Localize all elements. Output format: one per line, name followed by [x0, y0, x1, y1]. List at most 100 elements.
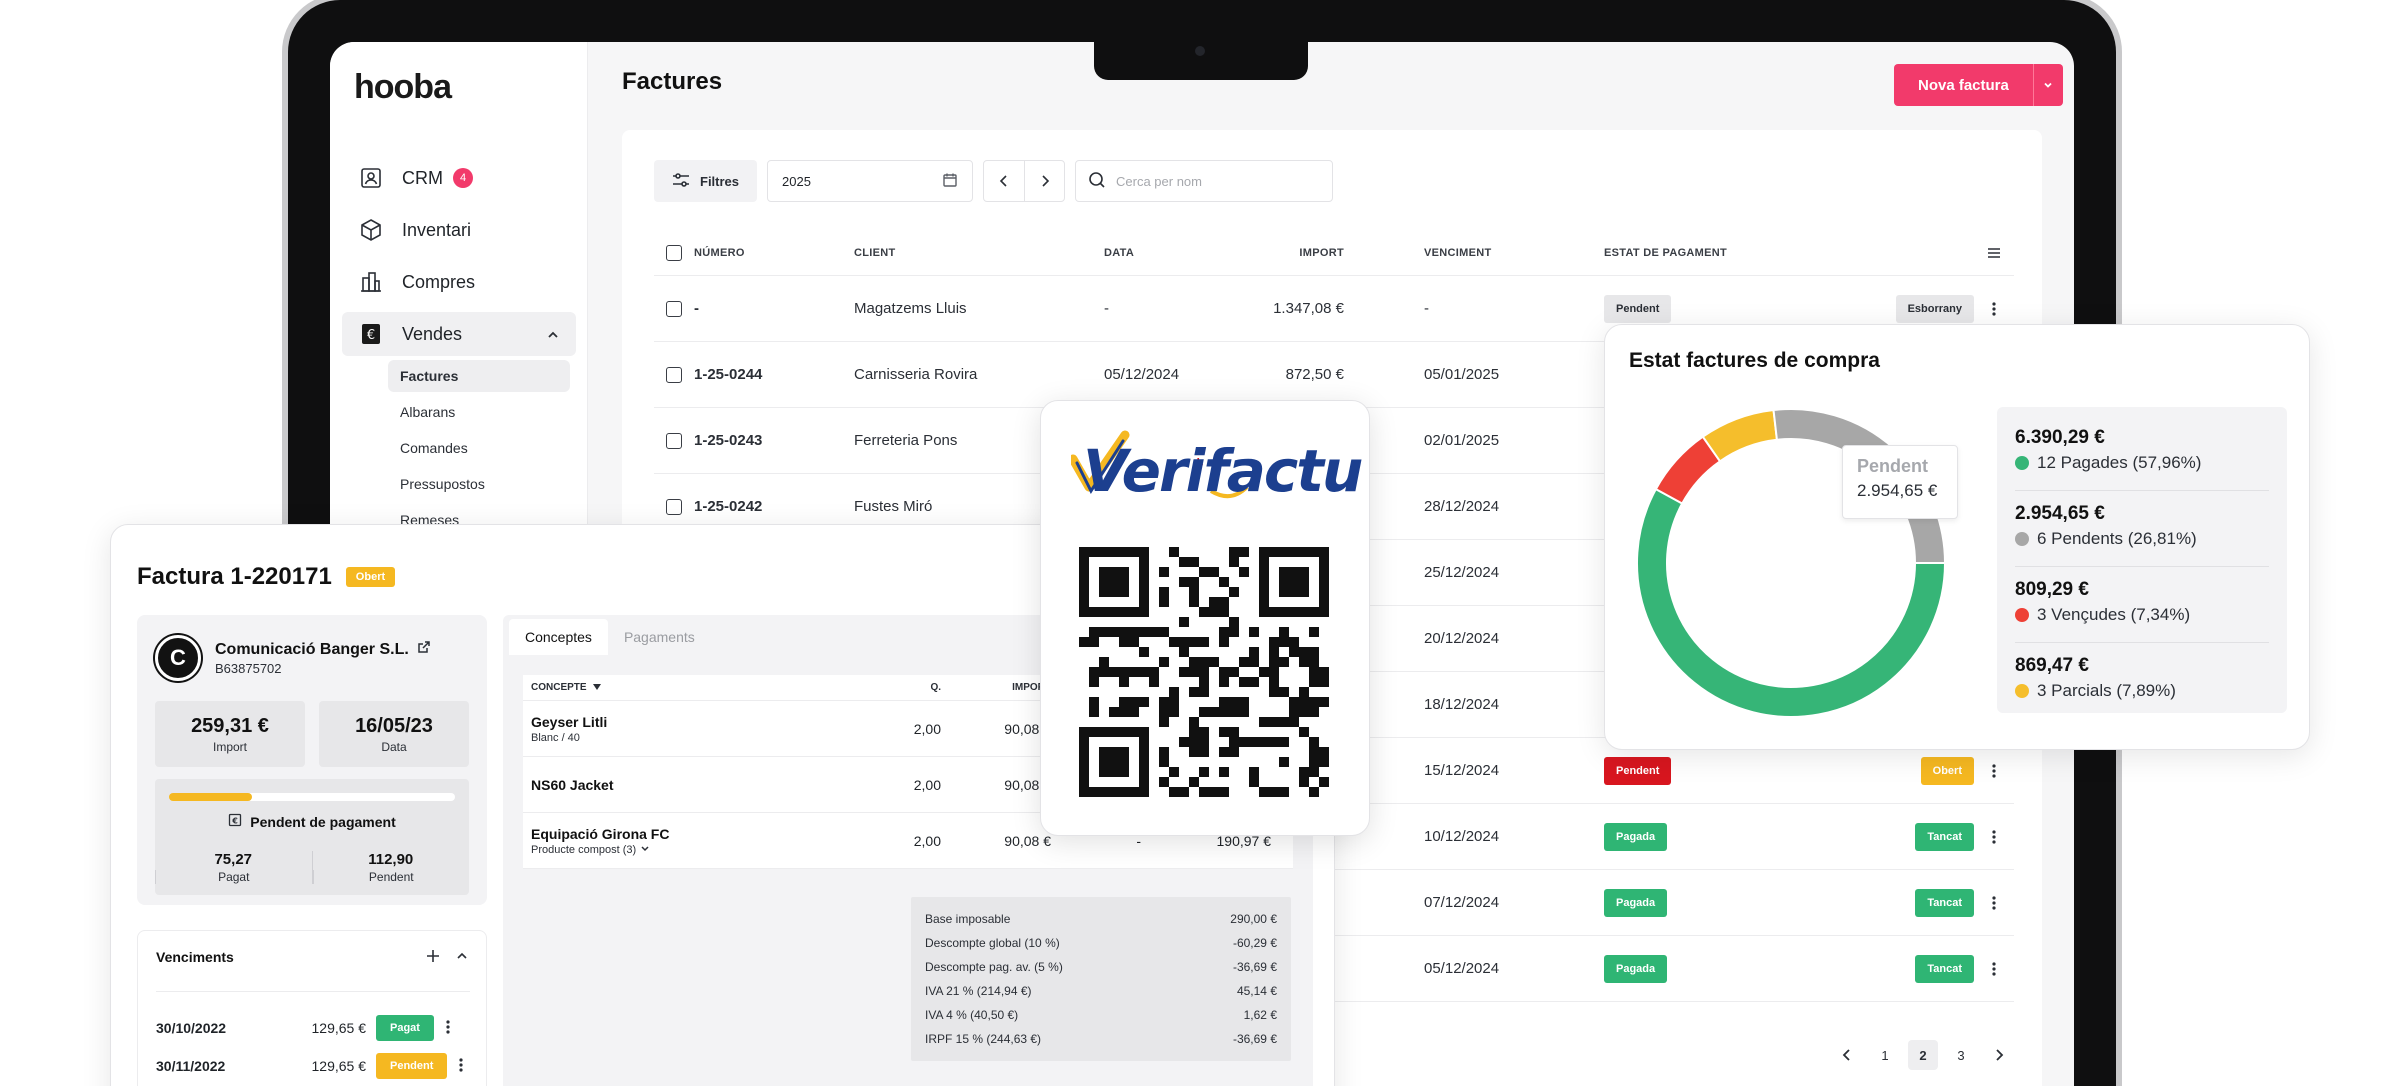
invoice-client: Carnisseria Rovira — [854, 366, 978, 383]
chevron-right-icon[interactable] — [1984, 1040, 2014, 1070]
column-header-client[interactable]: CLIENT — [854, 247, 1104, 259]
chevron-up-icon[interactable] — [456, 949, 468, 968]
page-3[interactable]: 3 — [1946, 1040, 1976, 1070]
columns-menu-icon[interactable] — [1974, 247, 2014, 259]
sidebar-subitem-albarans[interactable]: Albarans — [388, 396, 570, 428]
filters-button[interactable]: Filtres — [654, 160, 758, 202]
more-vertical-icon[interactable] — [1974, 895, 2014, 910]
sidebar-subitem-pressupostos[interactable]: Pressupostos — [388, 468, 570, 500]
year-stepper — [983, 160, 1066, 202]
qr-module — [1229, 617, 1239, 627]
legend-swatch — [2015, 608, 2029, 622]
qr-finder — [1279, 567, 1309, 597]
column-header-import[interactable]: IMPORT — [941, 682, 1051, 693]
plus-icon[interactable] — [426, 949, 440, 968]
client-name[interactable]: Comunicació Banger S.L. — [215, 640, 431, 659]
column-header-estat[interactable]: ESTAT DE PAGAMENT — [1604, 247, 1834, 259]
qr-module — [1129, 697, 1139, 707]
payment-status-badge: Pendent — [1604, 756, 1672, 785]
sidebar-item-crm[interactable]: CRM 4 — [342, 156, 576, 200]
qr-module — [1159, 657, 1169, 667]
client-nif: B63875702 — [215, 661, 282, 676]
qr-module — [1189, 737, 1199, 747]
external-link-icon[interactable] — [417, 640, 431, 659]
legend-item[interactable]: 869,47 € 3 Parcials (7,89%) — [2015, 643, 2269, 719]
chevron-down-icon[interactable] — [640, 844, 650, 856]
qr-module — [1269, 637, 1279, 647]
qr-module — [1309, 697, 1319, 707]
column-header-quantity[interactable]: Q. — [881, 682, 941, 693]
invoice-date: - — [1104, 300, 1109, 317]
total-value: -36,69 € — [1232, 960, 1277, 974]
sidebar-item-inventari[interactable]: Inventari — [342, 208, 576, 252]
qr-module — [1129, 627, 1139, 637]
sidebar-item-vendes[interactable]: € Vendes — [342, 312, 576, 356]
row-checkbox[interactable] — [666, 300, 682, 317]
more-vertical-icon[interactable] — [1974, 829, 2014, 844]
legend-item[interactable]: 809,29 € 3 Vençudes (7,34%) — [2015, 567, 2269, 643]
qr-module — [1239, 707, 1249, 717]
column-header-concepte[interactable]: CONCEPTE — [531, 682, 881, 693]
payment-status-label: Pendent de pagament — [250, 813, 396, 830]
divider — [156, 991, 470, 992]
column-header-numero[interactable]: NÚMERO — [694, 247, 854, 259]
chevron-up-icon[interactable] — [546, 326, 560, 347]
new-invoice-button[interactable]: Nova factura — [1894, 64, 2033, 106]
sidebar-subitem-factures[interactable]: Factures — [388, 360, 570, 392]
qr-module — [1219, 627, 1229, 637]
concept-quantity: 2,00 — [913, 720, 941, 737]
chevron-left-icon[interactable] — [984, 161, 1024, 201]
total-value: 290,00 € — [1230, 912, 1277, 926]
qr-module — [1159, 757, 1169, 767]
total-label: Descompte pag. av. (5 %) — [925, 960, 1063, 974]
page-1[interactable]: 1 — [1870, 1040, 1900, 1070]
row-checkbox[interactable] — [666, 366, 682, 383]
column-header-import[interactable]: IMPORT — [1254, 247, 1344, 259]
qr-module — [1229, 707, 1239, 717]
chevron-right-icon[interactable] — [1024, 161, 1064, 201]
tab-conceptes[interactable]: Conceptes — [509, 619, 608, 655]
qr-module — [1279, 787, 1289, 797]
select-all-checkbox[interactable] — [666, 244, 682, 261]
search-input[interactable]: Cerca per nom — [1075, 160, 1334, 202]
more-vertical-icon[interactable] — [1974, 763, 2014, 778]
app-logo[interactable]: hooba — [354, 68, 452, 107]
more-vertical-icon[interactable] — [1974, 961, 2014, 976]
qr-module — [1209, 707, 1219, 717]
page-2[interactable]: 2 — [1908, 1040, 1938, 1070]
invoice-number: 1-25-0242 — [694, 498, 763, 515]
tab-pagaments[interactable]: Pagaments — [608, 619, 711, 655]
year-input[interactable]: 2025 — [767, 160, 974, 202]
column-header-concepte-label: CONCEPTE — [531, 682, 587, 693]
qr-module — [1159, 747, 1169, 757]
row-checkbox[interactable] — [666, 498, 682, 515]
legend-item[interactable]: 2.954,65 € 6 Pendents (26,81%) — [2015, 491, 2269, 567]
qr-module — [1319, 667, 1329, 677]
legend-item[interactable]: 6.390,29 € 12 Pagades (57,96%) — [2015, 415, 2269, 491]
row-checkbox[interactable] — [666, 432, 682, 449]
more-vertical-icon[interactable] — [1974, 301, 2014, 316]
chevron-down-icon[interactable] — [2032, 64, 2063, 106]
sidebar-subitem-comandes[interactable]: Comandes — [388, 432, 570, 464]
qr-module — [1259, 737, 1269, 747]
donut-slice[interactable] — [1636, 487, 1947, 718]
more-vertical-icon[interactable] — [446, 1019, 450, 1037]
qr-module — [1209, 597, 1219, 607]
sidebar-item-compres[interactable]: Compres — [342, 260, 576, 304]
chevron-left-icon[interactable] — [1832, 1040, 1862, 1070]
qr-module — [1189, 777, 1199, 787]
date-stat: 16/05/23 Data — [319, 701, 469, 767]
list-item: 30/10/2022 129,65 € Pagat — [156, 1015, 470, 1041]
qr-module — [1229, 727, 1239, 737]
euro-document-icon: € — [358, 321, 384, 347]
qr-module — [1249, 767, 1259, 777]
donut-slice[interactable] — [1701, 408, 1779, 463]
qr-module — [1219, 697, 1229, 707]
qr-module — [1309, 747, 1319, 757]
column-header-data[interactable]: DATA — [1104, 247, 1254, 259]
legend-swatch — [2015, 532, 2029, 546]
column-header-venciment[interactable]: VENCIMENT — [1344, 247, 1604, 259]
invoice-import: 1.347,08 € — [1273, 300, 1344, 317]
more-vertical-icon[interactable] — [459, 1057, 464, 1075]
qr-module — [1189, 727, 1199, 737]
